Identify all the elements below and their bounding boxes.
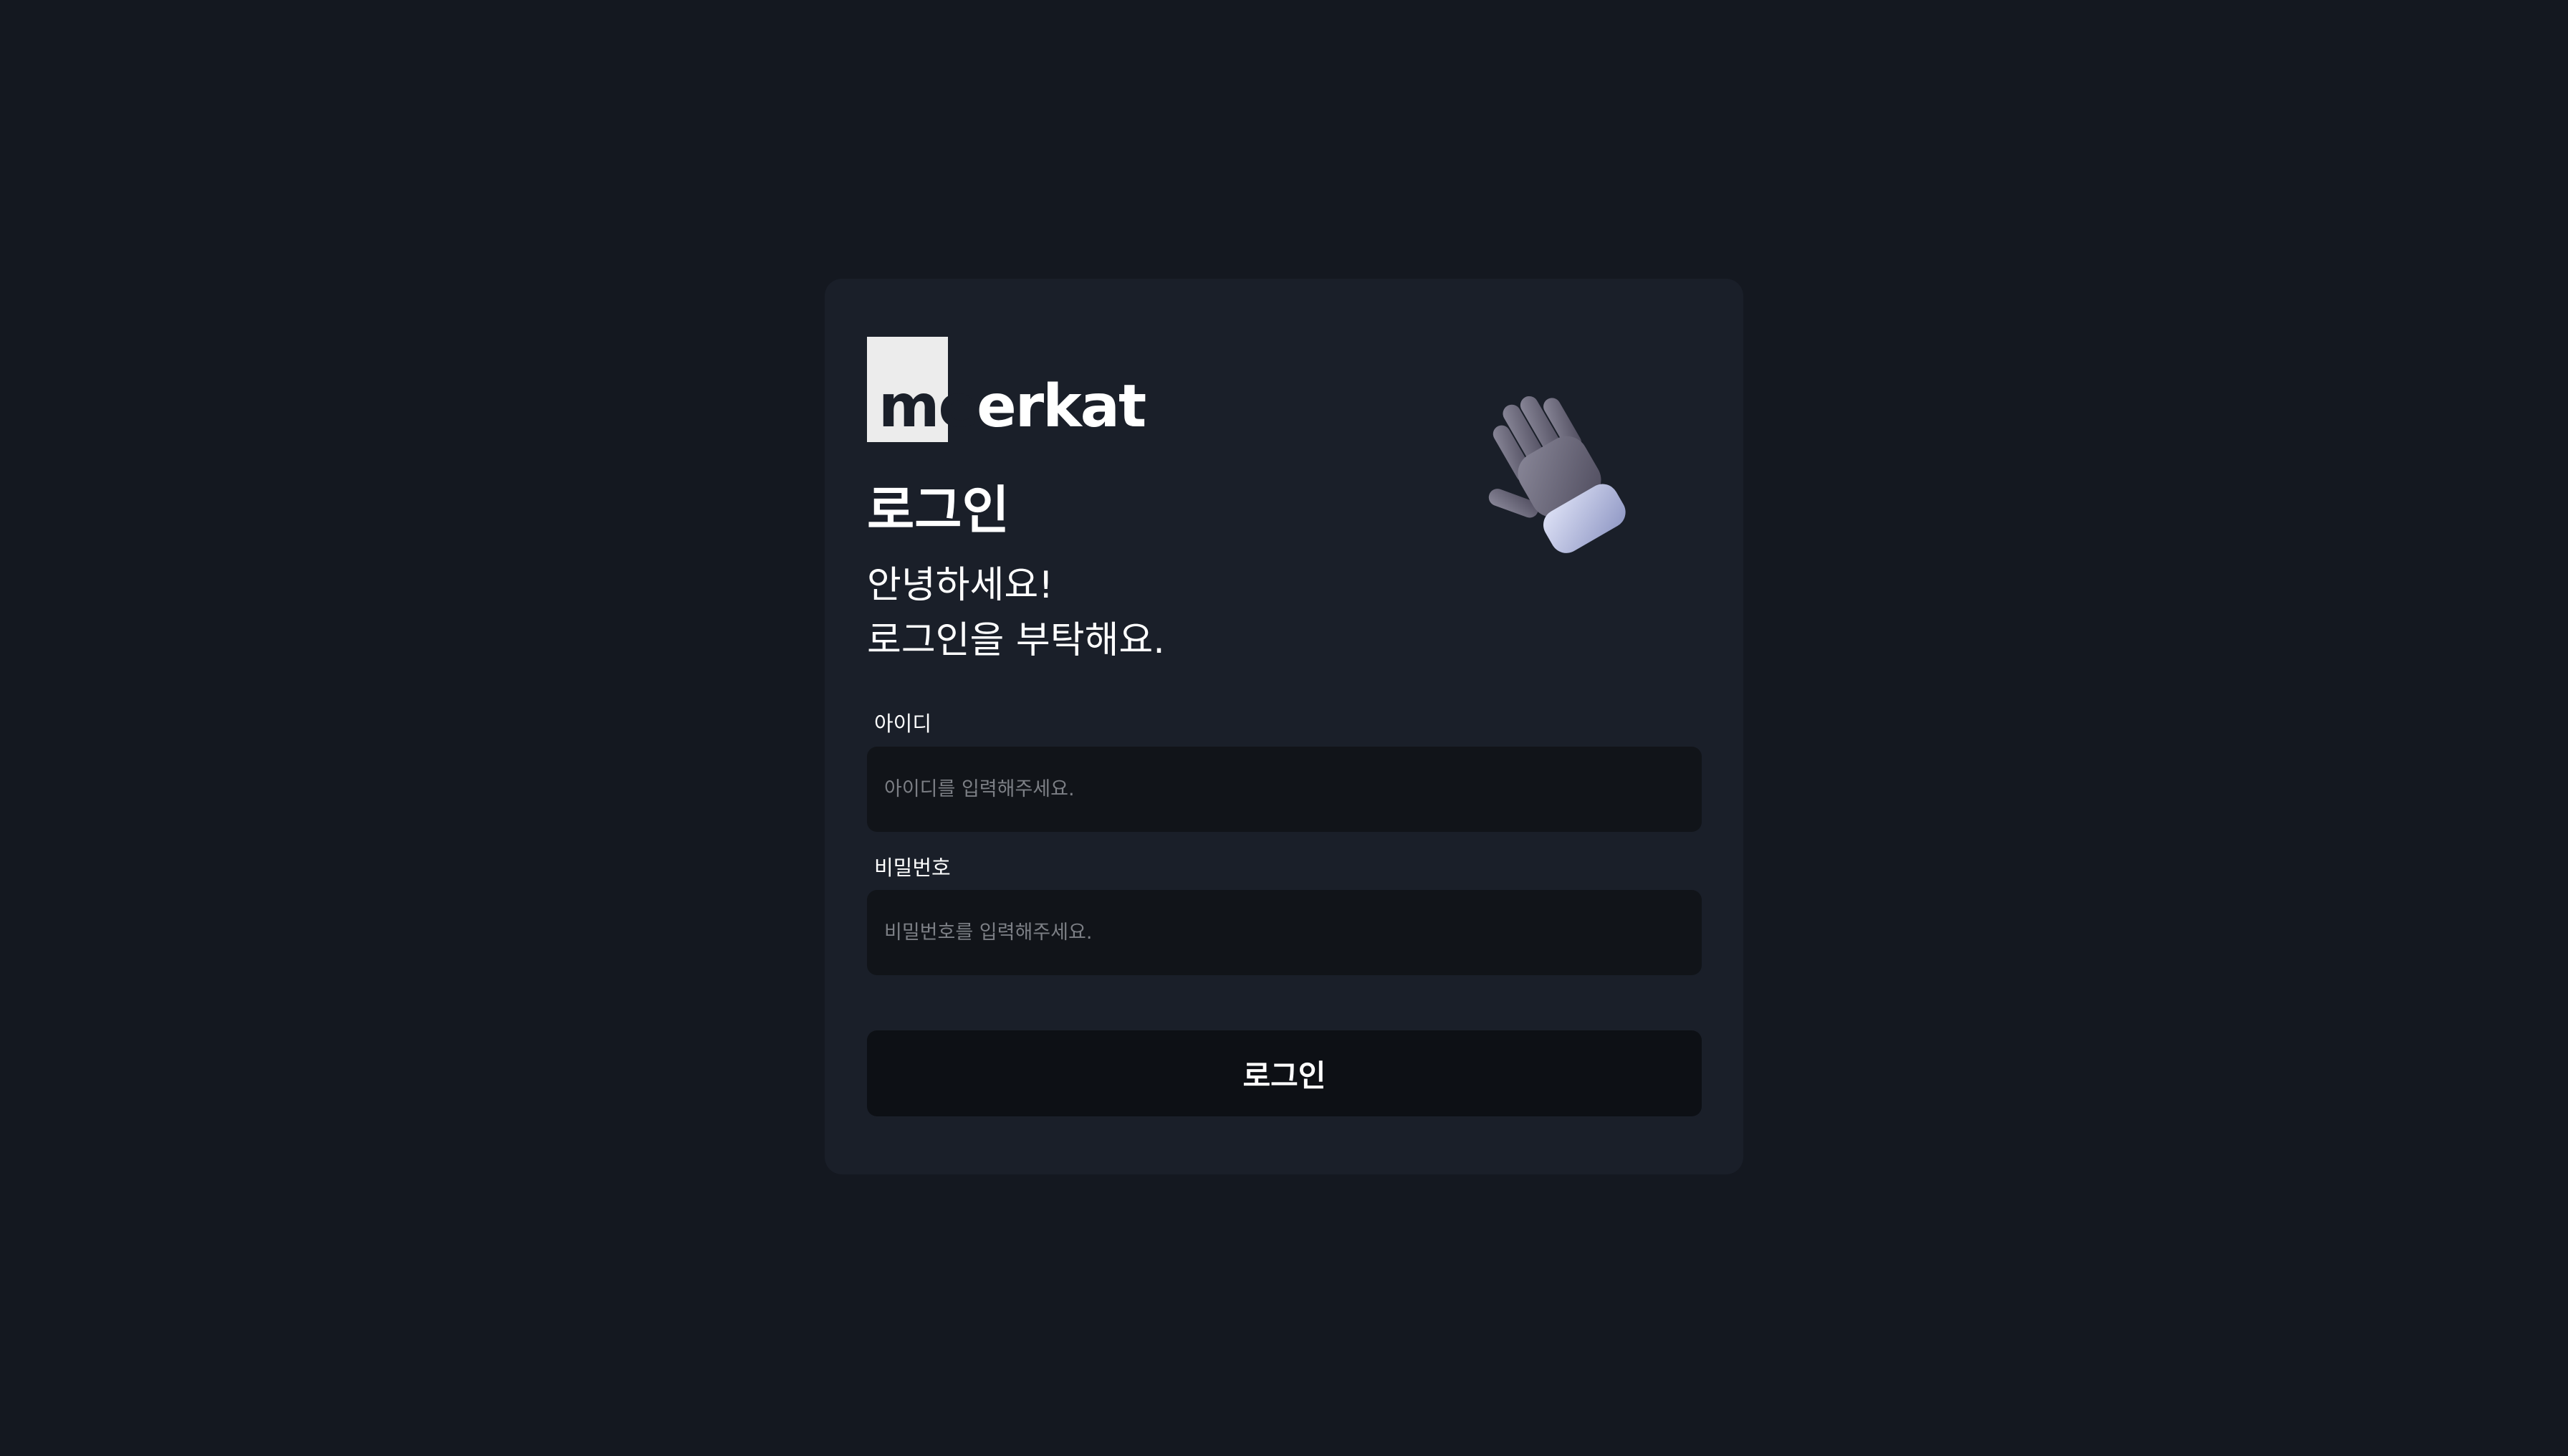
logo-text: m e erkat — [867, 373, 1146, 441]
password-input[interactable] — [867, 890, 1702, 975]
greeting-line-2: 로그인을 부탁해요. — [867, 619, 1165, 662]
meerkat-logo: m e erkat — [867, 337, 1146, 442]
greeting-line-1: 안녕하세요! — [867, 564, 1054, 607]
password-label: 비밀번호 — [874, 856, 951, 880]
logo-letter-e: e — [938, 373, 978, 441]
greeting-text: 안녕하세요! 로그인을 부탁해요. — [867, 558, 1165, 669]
login-card: m e erkat 로그인 안녕하세요! 로그인을 부탁해요. 아이디 아이디를… — [825, 279, 1743, 1174]
login-button[interactable]: 로그인 — [867, 1030, 1702, 1116]
logo-letters-rest: erkat — [977, 373, 1146, 441]
page-title: 로그인 — [867, 480, 1010, 540]
logo-letter-m: m — [878, 373, 939, 441]
id-label: 아이디 — [874, 712, 932, 736]
waving-hand-icon — [1488, 396, 1626, 553]
id-input[interactable] — [867, 747, 1702, 832]
